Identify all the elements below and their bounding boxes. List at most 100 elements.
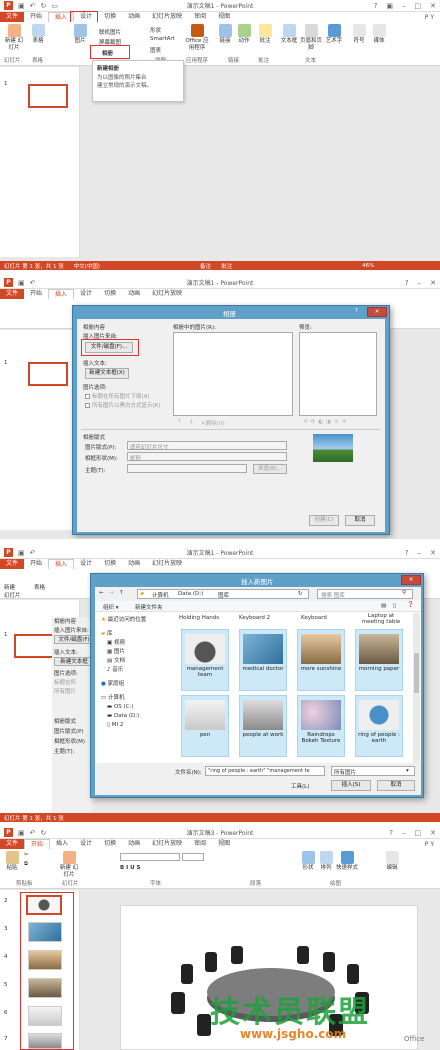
tab-slideshow[interactable]: 幻灯片放映	[146, 12, 188, 22]
tab-insert[interactable]: 插入	[48, 559, 75, 569]
move-down-icon[interactable]: ↓	[189, 419, 194, 425]
close-icon[interactable]: ✕	[430, 829, 436, 837]
office-apps-button[interactable]: Office 应用程序	[185, 24, 209, 52]
tile-morning-paper[interactable]: morning paper	[355, 629, 403, 691]
tab-view[interactable]: 视图	[212, 839, 236, 849]
save-icon[interactable]: ▣	[18, 829, 25, 837]
tile-raindrops[interactable]: Raindrops Bokeh Texture	[297, 695, 345, 757]
dialog-close-button[interactable]: ✕	[367, 307, 387, 317]
filename-input[interactable]: "ring of people : earth" "management te	[205, 766, 325, 776]
top-label-2[interactable]: Keyboard 2	[239, 615, 270, 621]
nav-videos[interactable]: ▣ 视频	[101, 639, 175, 648]
cancel-button[interactable]: 取消	[377, 780, 415, 791]
rotate-icons[interactable]: ⟲⟳◐◑☼☀	[303, 419, 350, 425]
save-icon[interactable]: ▣	[18, 549, 25, 557]
undo-icon[interactable]: ↶	[30, 2, 36, 10]
user-name[interactable]: P Y	[425, 14, 434, 21]
new-slide-button[interactable]: 新建 幻灯片	[58, 851, 80, 879]
table-button[interactable]: 表格	[30, 24, 46, 45]
image-button[interactable]: 图片	[72, 24, 88, 45]
tab-insert[interactable]: 插入	[48, 289, 75, 299]
tab-design[interactable]: 设计	[74, 839, 98, 849]
tile-management-team[interactable]: management team	[181, 629, 229, 691]
copy-icon[interactable]: ⧉	[24, 861, 28, 868]
slide-thumb-2[interactable]	[26, 895, 62, 915]
bold-icon[interactable]: B I U S	[120, 865, 140, 871]
new-album-item[interactable]: 新建相册	[97, 64, 119, 72]
tile-medical-doctor[interactable]: medical doctor	[239, 629, 287, 691]
browse-button[interactable]: 浏览(B)...	[253, 464, 287, 474]
maximize-icon[interactable]: □	[415, 829, 422, 837]
preview-pane-icon[interactable]: ▯	[393, 603, 396, 609]
shapes-button[interactable]: 形状	[150, 26, 161, 34]
slide-thumbnail[interactable]	[28, 84, 68, 108]
nav-os-c[interactable]: ▬ OS (C:)	[101, 703, 175, 712]
cut-icon[interactable]: ✂	[24, 852, 29, 858]
tab-home[interactable]: 开始	[24, 839, 51, 849]
path-data[interactable]: Data (D:)	[178, 591, 203, 597]
slide-thumb-6[interactable]	[28, 1006, 62, 1026]
undo-icon[interactable]: ↶	[30, 549, 36, 557]
nav-pictures[interactable]: ▦ 图片	[101, 648, 175, 657]
comments-button[interactable]: 批注	[221, 262, 232, 270]
cancel-button[interactable]: 取消	[345, 515, 375, 526]
theme-field[interactable]	[127, 464, 247, 473]
dialog-help-icon[interactable]: ?	[355, 308, 358, 314]
tab-file[interactable]: 文件	[0, 12, 25, 22]
create-button[interactable]: 创建(C)	[309, 515, 339, 526]
up-icon[interactable]: ↑	[119, 590, 124, 596]
help-icon[interactable]: ?	[374, 2, 378, 10]
tab-transitions[interactable]: 切换	[98, 839, 122, 849]
media-button[interactable]: 媒体	[372, 24, 386, 45]
font-size-select[interactable]	[182, 853, 204, 861]
minimize-icon[interactable]: –	[402, 829, 406, 837]
slide-thumb-7[interactable]	[28, 1033, 62, 1049]
slide-thumbnail[interactable]	[28, 362, 68, 386]
tab-design[interactable]: 设计	[74, 289, 98, 299]
tab-view[interactable]: 视图	[212, 12, 236, 22]
undo-icon[interactable]: ↶	[30, 279, 36, 287]
shapes-button[interactable]: 形状	[300, 851, 316, 872]
nav-documents[interactable]: ▤ 文档	[101, 657, 175, 666]
move-up-icon[interactable]: ↑	[177, 419, 182, 425]
view-icon[interactable]: ▤	[381, 603, 386, 609]
new-folder-button[interactable]: 新建文件夹	[135, 603, 163, 611]
forward-icon[interactable]: →	[109, 590, 114, 596]
quick-styles-button[interactable]: 快速样式	[336, 851, 358, 872]
nav-library[interactable]: ▰ 库	[101, 630, 175, 639]
all-bw-checkbox[interactable]: 所有图片以黑白方式显示(K)	[85, 401, 160, 409]
insert-button[interactable]: 插入(S)	[331, 780, 371, 791]
tab-file[interactable]: 文件	[0, 839, 25, 849]
frame-shape-select[interactable]: 矩形	[127, 452, 287, 462]
chart-button[interactable]: 图表	[150, 46, 161, 54]
font-name-select[interactable]	[120, 853, 180, 861]
nav-recent[interactable]: ★ 最近访问的位置	[101, 616, 175, 625]
redo-icon[interactable]: ↻	[41, 829, 47, 837]
minimize-icon[interactable]: –	[402, 2, 406, 10]
symbol-button[interactable]: 符号	[352, 24, 366, 45]
tab-animations[interactable]: 动画	[122, 289, 146, 299]
link-button[interactable]: 链接	[218, 24, 232, 45]
tile-more-sunshine[interactable]: more sunshine	[297, 629, 345, 691]
tab-file[interactable]: 文件	[0, 559, 25, 569]
nav-data-d[interactable]: ▬ Data (D:)	[101, 712, 175, 721]
wordart-button[interactable]: 艺术字	[325, 24, 343, 45]
action-button[interactable]: 动作	[237, 24, 251, 45]
user-name[interactable]: P Y	[425, 841, 434, 848]
tab-slideshow[interactable]: 幻灯片放映	[146, 289, 188, 299]
new-slide-button[interactable]: 新建 幻灯片	[4, 24, 24, 52]
tab-transitions[interactable]: 切换	[98, 289, 122, 299]
tab-slideshow[interactable]: 幻灯片放映	[146, 839, 188, 849]
close-icon[interactable]: ✕	[430, 279, 436, 287]
tools-button[interactable]: 工具(L)	[291, 782, 309, 790]
organize-button[interactable]: 组织 ▾	[103, 603, 119, 611]
close-icon[interactable]: ✕	[430, 2, 436, 10]
tab-transitions[interactable]: 切换	[98, 559, 122, 569]
tab-transitions[interactable]: 切换	[98, 12, 122, 22]
top-label-1[interactable]: Holding Hands	[179, 615, 219, 621]
present-icon[interactable]: ▭	[51, 2, 58, 10]
tab-review[interactable]: 审阅	[188, 839, 212, 849]
help-icon[interactable]: ?	[405, 549, 409, 557]
tab-review[interactable]: 审阅	[188, 12, 212, 22]
slide-thumb-3[interactable]	[28, 922, 62, 942]
